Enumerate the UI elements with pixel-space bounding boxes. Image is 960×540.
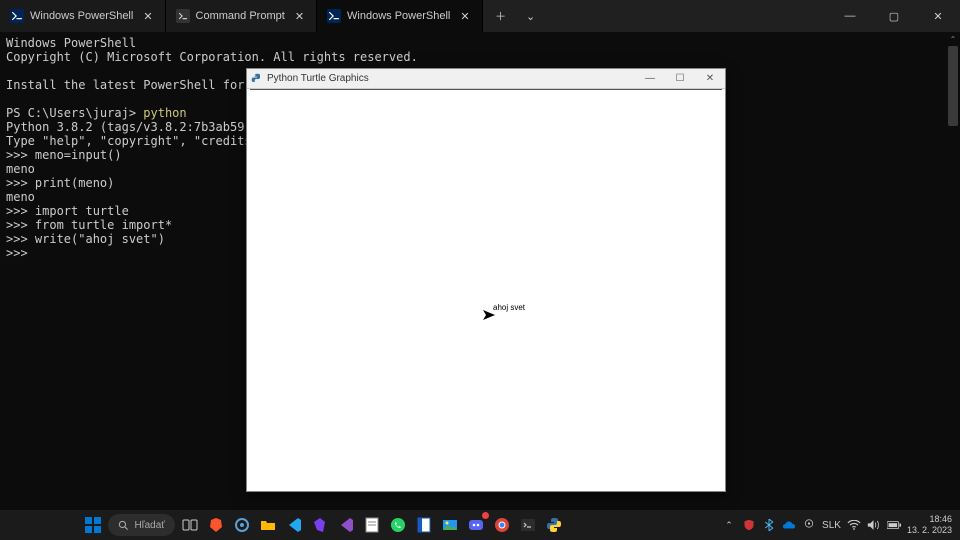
tab-label: Windows PowerShell: [30, 10, 133, 22]
turtle-minimize-button[interactable]: —: [635, 69, 665, 89]
terminal-line: >>> print(meno): [6, 176, 114, 190]
search-icon: [118, 520, 129, 531]
tab-powershell-1[interactable]: Windows PowerShell ✕: [0, 0, 166, 32]
powershell-icon: [10, 9, 24, 23]
taskbar-app-visualstudio[interactable]: [335, 514, 357, 536]
titlebar: Windows PowerShell ✕ Command Prompt ✕ Wi…: [0, 0, 960, 32]
terminal-line: meno: [6, 190, 35, 204]
new-tab-button[interactable]: ＋: [487, 2, 515, 30]
tray-time: 18:46: [929, 514, 952, 525]
taskbar: Hľadať ⌃ SLK 18:46 13. 2. 2023: [0, 510, 960, 540]
task-view-button[interactable]: [179, 514, 201, 536]
window-controls: — ▢ ✕: [828, 0, 960, 32]
terminal-line: >>> meno=input(): [6, 148, 122, 162]
tray-wifi-icon[interactable]: [847, 518, 861, 532]
turtle-window-controls: — ☐ ✕: [635, 69, 725, 89]
tray-date: 13. 2. 2023: [907, 525, 952, 536]
taskbar-app-obsidian[interactable]: [309, 514, 331, 536]
tab-close-button[interactable]: ✕: [291, 8, 308, 25]
taskbar-search[interactable]: Hľadať: [108, 514, 175, 536]
taskbar-app-vscode[interactable]: [283, 514, 305, 536]
tab-label: Command Prompt: [196, 10, 285, 22]
taskbar-app-settings[interactable]: [231, 514, 253, 536]
tab-cmd[interactable]: Command Prompt ✕: [166, 0, 317, 32]
turtle-maximize-button[interactable]: ☐: [665, 69, 695, 89]
taskbar-app-python[interactable]: [543, 514, 565, 536]
tray-overflow-button[interactable]: ⌃: [722, 518, 736, 532]
tray-location-icon[interactable]: [802, 518, 816, 532]
tray-onedrive-icon[interactable]: [782, 518, 796, 532]
tab-label: Windows PowerShell: [347, 10, 450, 22]
powershell-icon: [327, 9, 341, 23]
terminal-line: >>> import turtle: [6, 204, 129, 218]
tray-language[interactable]: SLK: [822, 520, 841, 531]
taskbar-app-brave[interactable]: [205, 514, 227, 536]
tray-bluetooth-icon[interactable]: [762, 518, 776, 532]
turtle-titlebar[interactable]: Python Turtle Graphics — ☐ ✕: [247, 69, 725, 89]
taskbar-center: Hľadať: [82, 514, 565, 536]
turtle-close-button[interactable]: ✕: [695, 69, 725, 89]
cmd-icon: [176, 9, 190, 23]
maximize-button[interactable]: ▢: [872, 0, 916, 32]
turtle-title: Python Turtle Graphics: [267, 73, 369, 84]
taskbar-app-discord[interactable]: [465, 514, 487, 536]
scrollbar-vertical[interactable]: ⌃ ⌄: [946, 32, 960, 540]
taskbar-app-whatsapp[interactable]: [387, 514, 409, 536]
tray-security-icon[interactable]: [742, 518, 756, 532]
taskbar-app-notepad[interactable]: [361, 514, 383, 536]
close-button[interactable]: ✕: [916, 0, 960, 32]
scrollbar-thumb[interactable]: [948, 46, 958, 126]
system-tray: ⌃ SLK 18:46 13. 2. 2023: [722, 514, 954, 536]
taskbar-app-word[interactable]: [413, 514, 435, 536]
terminal-line: Windows PowerShell: [6, 36, 136, 50]
taskbar-app-chrome[interactable]: [491, 514, 513, 536]
turtle-canvas: ahoj svet: [250, 89, 722, 488]
terminal-line: meno: [6, 162, 35, 176]
tray-clock[interactable]: 18:46 13. 2. 2023: [907, 514, 954, 536]
tab-dropdown-button[interactable]: ⌄: [517, 2, 545, 30]
tray-volume-icon[interactable]: [867, 518, 881, 532]
start-button[interactable]: [82, 514, 104, 536]
turtle-window: Python Turtle Graphics — ☐ ✕ ahoj svet: [246, 68, 726, 492]
terminal-line: >>>: [6, 246, 28, 260]
search-label: Hľadať: [134, 520, 165, 531]
terminal-line: >>> write("ahoj svet"): [6, 232, 165, 246]
terminal-line: >>> from turtle import*: [6, 218, 172, 232]
taskbar-app-explorer[interactable]: [257, 514, 279, 536]
tab-close-button[interactable]: ✕: [456, 8, 473, 25]
turtle-drawn-text: ahoj svet: [493, 303, 525, 312]
tab-powershell-2[interactable]: Windows PowerShell ✕: [317, 0, 483, 32]
terminal-line: Copyright (C) Microsoft Corporation. All…: [6, 50, 418, 64]
scroll-up-button[interactable]: ⌃: [946, 32, 960, 46]
tabbar-actions: ＋ ⌄: [483, 0, 545, 32]
terminal-line: PS C:\Users\juraj> python: [6, 106, 187, 120]
tray-battery-icon[interactable]: [887, 518, 901, 532]
tab-close-button[interactable]: ✕: [139, 8, 156, 25]
python-icon: [251, 73, 263, 85]
minimize-button[interactable]: —: [828, 0, 872, 32]
taskbar-app-terminal[interactable]: [517, 514, 539, 536]
taskbar-app-photos[interactable]: [439, 514, 461, 536]
